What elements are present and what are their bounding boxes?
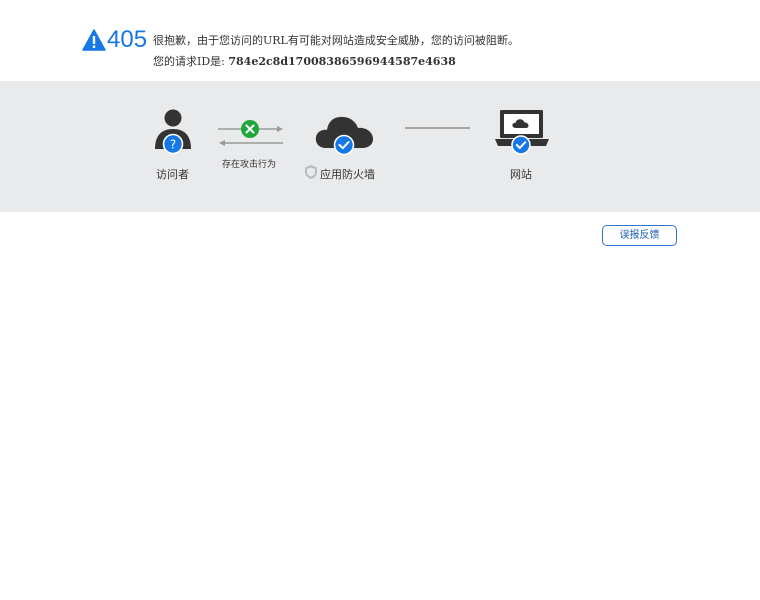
- flow-diagram-band: [0, 81, 760, 212]
- false-positive-feedback-button[interactable]: 误报反馈: [602, 225, 677, 246]
- blocked-arrows-icon: [218, 120, 283, 146]
- visitor-label: 访问者: [156, 168, 189, 181]
- waf-label: 应用防火墙: [320, 168, 375, 181]
- request-id-label: 您的请求ID是:: [153, 55, 225, 68]
- website-label: 网站: [510, 168, 532, 181]
- connection-line: [405, 127, 470, 129]
- warning-icon: [82, 29, 106, 51]
- website-laptop-icon: [495, 110, 549, 155]
- svg-text:?: ?: [170, 138, 176, 152]
- request-id-value: 784e2c8d17008386596944587e4638: [228, 55, 456, 68]
- request-id-line: 您的请求ID是: 784e2c8d17008386596944587e4638: [153, 54, 456, 69]
- error-header: 405 很抱歉，由于您访问的URL有可能对网站造成安全威胁，您的访问被阻断。 您…: [0, 0, 760, 81]
- shield-icon: [305, 165, 317, 179]
- visitor-icon: ?: [155, 109, 191, 155]
- error-message: 很抱歉，由于您访问的URL有可能对网站造成安全威胁，您的访问被阻断。: [153, 34, 519, 47]
- attack-label: 存在攻击行为: [222, 160, 277, 170]
- error-code: 405: [107, 26, 148, 53]
- cloud-firewall-icon: [315, 116, 373, 156]
